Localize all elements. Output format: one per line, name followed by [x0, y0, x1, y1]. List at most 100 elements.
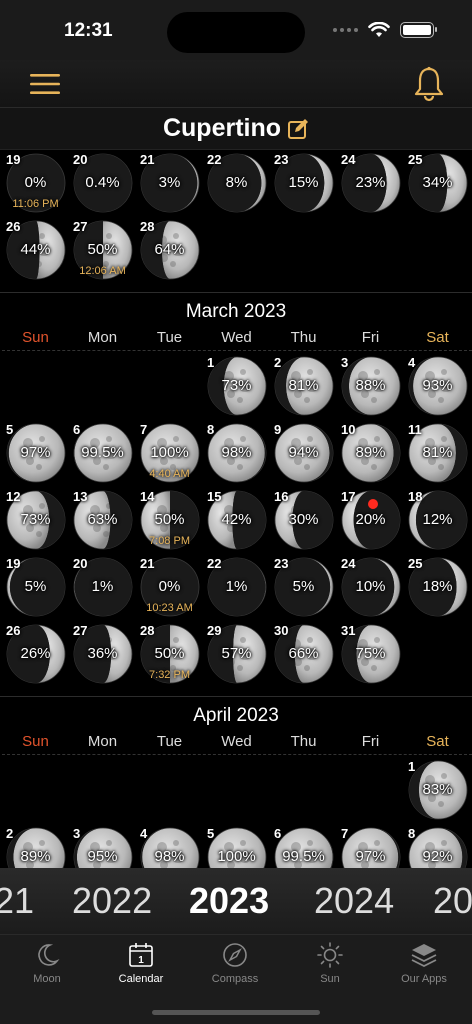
- empty-cell: [270, 757, 337, 824]
- location-title: Cupertino: [162, 114, 282, 142]
- day-cell[interactable]: 25 34%: [404, 150, 471, 217]
- moon-calendar[interactable]: 19 0% 11:06 PM 20 0.4% 21 3% 22 8% 23 15% 24 23% 25 34…: [0, 150, 472, 868]
- day-cell[interactable]: 23 5%: [270, 554, 337, 621]
- year-item[interactable]: 2022: [72, 880, 152, 922]
- day-cell[interactable]: 3 95%: [69, 824, 136, 868]
- location-header: Cupertino: [0, 108, 472, 150]
- tab-compass[interactable]: Compass: [188, 941, 282, 993]
- day-number: 10: [341, 422, 356, 437]
- day-number: 20: [73, 556, 88, 571]
- edit-location-icon[interactable]: [287, 118, 309, 140]
- day-number: 4: [408, 355, 416, 370]
- tab-sun[interactable]: Sun: [283, 941, 377, 993]
- day-number: 6: [73, 422, 81, 437]
- day-cell[interactable]: 4 98%: [136, 824, 203, 868]
- day-number: 3: [73, 826, 81, 841]
- day-cell[interactable]: 25 18%: [404, 554, 471, 621]
- day-cell[interactable]: 8 98%: [203, 420, 270, 487]
- day-number: 11: [408, 422, 422, 437]
- day-cell[interactable]: 7 100% 4:40 AM: [136, 420, 203, 487]
- illumination-percent: 20%: [355, 511, 386, 528]
- day-cell[interactable]: 9 94%: [270, 420, 337, 487]
- day-cell[interactable]: 4 93%: [404, 353, 471, 420]
- illumination-percent: 73%: [221, 377, 252, 394]
- day-cell[interactable]: 27 36%: [69, 621, 136, 688]
- day-cell[interactable]: 23 15%: [270, 150, 337, 217]
- day-cell[interactable]: 18 12%: [404, 487, 471, 554]
- day-cell[interactable]: 1 83%: [404, 757, 471, 824]
- day-cell[interactable]: 5 100%: [203, 824, 270, 868]
- illumination-percent: 8%: [225, 174, 248, 191]
- illumination-percent: 89%: [20, 848, 51, 865]
- day-cell[interactable]: 26 26%: [2, 621, 69, 688]
- day-number: 25: [408, 556, 423, 571]
- hamburger-menu-icon[interactable]: [30, 72, 60, 96]
- illumination-percent: 100%: [150, 444, 189, 461]
- tab-moon[interactable]: Moon: [0, 941, 94, 993]
- day-cell[interactable]: 21 3%: [136, 150, 203, 217]
- day-cell[interactable]: 28 50% 7:32 PM: [136, 621, 203, 688]
- status-bar: 12:31: [0, 0, 472, 60]
- month-title: March 2023: [185, 301, 287, 322]
- battery-icon: [400, 22, 437, 38]
- day-cell[interactable]: 20 1%: [69, 554, 136, 621]
- year-picker[interactable]: 21 2022 2023 2024 20: [0, 868, 472, 934]
- day-cell[interactable]: 24 10%: [337, 554, 404, 621]
- day-cell[interactable]: 2 89%: [2, 824, 69, 868]
- weekday-label: Sat: [426, 733, 449, 750]
- illumination-percent: 50%: [154, 511, 185, 528]
- illumination-percent: 63%: [87, 511, 118, 528]
- day-cell[interactable]: 26 44%: [2, 217, 69, 284]
- tab-label: Compass: [211, 973, 259, 985]
- month-grid: 1 83% 2 89% 3 95% 4 98% 5 100% 6 99.5% 7 97% 8 92%: [2, 757, 472, 868]
- tab-calendar[interactable]: 1 Calendar: [94, 941, 188, 993]
- day-cell[interactable]: 3 88%: [337, 353, 404, 420]
- empty-cell: [203, 757, 270, 824]
- year-item[interactable]: 21: [0, 880, 34, 922]
- day-cell[interactable]: 12 73%: [2, 487, 69, 554]
- day-cell[interactable]: 6 99.5%: [69, 420, 136, 487]
- empty-cell: [69, 353, 136, 420]
- day-cell[interactable]: 28 64%: [136, 217, 203, 284]
- day-cell[interactable]: 20 0.4%: [69, 150, 136, 217]
- illumination-percent: 23%: [355, 174, 386, 191]
- day-cell[interactable]: 27 50% 12:06 AM: [69, 217, 136, 284]
- weekday-label: Fri: [361, 329, 380, 346]
- day-cell[interactable]: 10 89%: [337, 420, 404, 487]
- weekday-header: Sun Mon Tue Wed Thu Fri Sat: [2, 733, 472, 755]
- illumination-percent: 36%: [87, 645, 118, 662]
- day-cell[interactable]: 7 97%: [337, 824, 404, 868]
- day-cell[interactable]: 15 42%: [203, 487, 270, 554]
- today-indicator: [368, 499, 378, 509]
- day-cell[interactable]: 21 0% 10:23 AM: [136, 554, 203, 621]
- year-item[interactable]: 2024: [314, 880, 394, 922]
- day-cell[interactable]: 19 5%: [2, 554, 69, 621]
- day-cell[interactable]: 19 0% 11:06 PM: [2, 150, 69, 217]
- illumination-percent: 15%: [288, 174, 319, 191]
- year-item-selected[interactable]: 2023: [189, 880, 269, 922]
- day-cell[interactable]: 17 20%: [337, 487, 404, 554]
- tab-our-apps[interactable]: Our Apps: [377, 941, 471, 993]
- day-cell[interactable]: 1 73%: [203, 353, 270, 420]
- day-number: 20: [73, 152, 88, 167]
- day-cell[interactable]: 6 99.5%: [270, 824, 337, 868]
- day-cell[interactable]: 22 1%: [203, 554, 270, 621]
- day-number: 7: [140, 422, 148, 437]
- day-cell[interactable]: 5 97%: [2, 420, 69, 487]
- year-item[interactable]: 20: [433, 880, 472, 922]
- day-cell[interactable]: 13 63%: [69, 487, 136, 554]
- bell-icon[interactable]: [412, 66, 446, 102]
- day-cell[interactable]: 31 75%: [337, 621, 404, 688]
- phase-time: 11:06 PM: [12, 198, 59, 210]
- day-cell[interactable]: 14 50% 7:08 PM: [136, 487, 203, 554]
- day-cell[interactable]: 2 81%: [270, 353, 337, 420]
- illumination-percent: 42%: [221, 511, 252, 528]
- day-cell[interactable]: 22 8%: [203, 150, 270, 217]
- day-cell[interactable]: 30 66%: [270, 621, 337, 688]
- day-cell[interactable]: 24 23%: [337, 150, 404, 217]
- day-cell[interactable]: 8 92%: [404, 824, 471, 868]
- day-cell[interactable]: 11 81%: [404, 420, 471, 487]
- day-number: 26: [6, 623, 21, 638]
- day-cell[interactable]: 29 57%: [203, 621, 270, 688]
- day-cell[interactable]: 16 30%: [270, 487, 337, 554]
